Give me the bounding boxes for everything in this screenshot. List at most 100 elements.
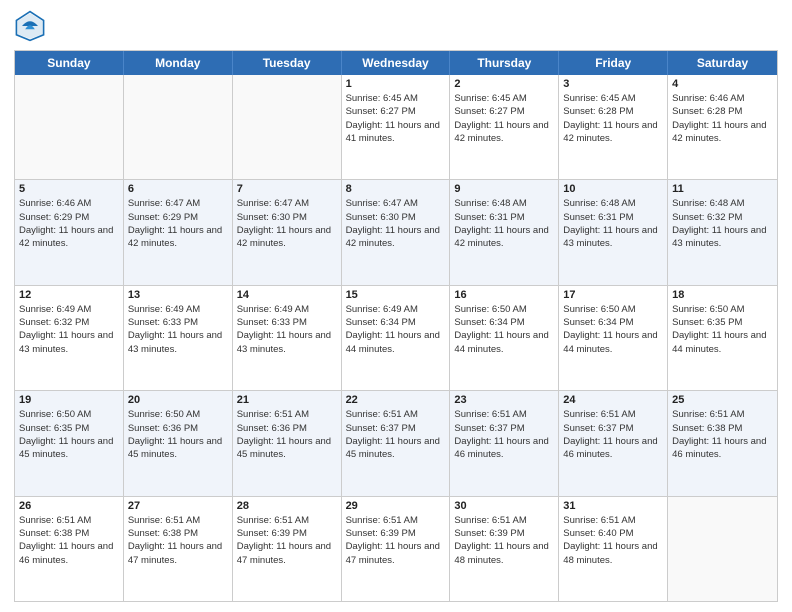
calendar-cell-row2-col3: 7 Sunrise: 6:47 AM Sunset: 6:30 PM Daylig… xyxy=(233,180,342,284)
day-info: Sunrise: 6:47 AM Sunset: 6:30 PM Dayligh… xyxy=(237,197,337,250)
day-info: Sunrise: 6:48 AM Sunset: 6:32 PM Dayligh… xyxy=(672,197,773,250)
calendar-cell-row5-col5: 30Sunrise: 6:51 AM Sunset: 6:39 PM Dayli… xyxy=(450,497,559,601)
calendar-row-3: 12Sunrise: 6:49 AM Sunset: 6:32 PM Dayli… xyxy=(15,286,777,391)
day-info: Sunrise: 6:51 AM Sunset: 6:40 PM Dayligh… xyxy=(563,514,663,567)
day-info: Sunrise: 6:46 AM Sunset: 6:29 PM Dayligh… xyxy=(19,197,119,250)
day-info: Sunrise: 6:51 AM Sunset: 6:37 PM Dayligh… xyxy=(563,408,663,461)
day-info: Sunrise: 6:45 AM Sunset: 6:27 PM Dayligh… xyxy=(346,92,446,145)
day-number: 29 xyxy=(346,500,446,512)
day-info: Sunrise: 6:51 AM Sunset: 6:36 PM Dayligh… xyxy=(237,408,337,461)
day-number: 19 xyxy=(19,394,119,406)
day-info: Sunrise: 6:51 AM Sunset: 6:37 PM Dayligh… xyxy=(454,408,554,461)
calendar-cell-row1-col2 xyxy=(124,75,233,179)
day-number: 16 xyxy=(454,289,554,301)
calendar-cell-row3-col5: 16 Sunrise: 6:50 AM Sunset: 6:34 PM Dayli… xyxy=(450,286,559,390)
day-info: Sunrise: 6:49 AM Sunset: 6:34 PM Dayligh… xyxy=(346,303,446,356)
weekday-header-thursday: Thursday xyxy=(450,51,559,75)
weekday-header-saturday: Saturday xyxy=(668,51,777,75)
day-number: 14 xyxy=(237,289,337,301)
weekday-header-monday: Monday xyxy=(124,51,233,75)
calendar-cell-row5-col7 xyxy=(668,497,777,601)
calendar-cell-row3-col3: 14 Sunrise: 6:49 AM Sunset: 6:33 PM Dayli… xyxy=(233,286,342,390)
day-info: Sunrise: 6:47 AM Sunset: 6:30 PM Dayligh… xyxy=(346,197,446,250)
day-number: 15 xyxy=(346,289,446,301)
weekday-header-sunday: Sunday xyxy=(15,51,124,75)
day-info: Sunrise: 6:49 AM Sunset: 6:33 PM Dayligh… xyxy=(128,303,228,356)
day-info: Sunrise: 6:50 AM Sunset: 6:35 PM Dayligh… xyxy=(672,303,773,356)
calendar-cell-row5-col6: 31 Sunrise: 6:51 AM Sunset: 6:40 PM Dayli… xyxy=(559,497,668,601)
calendar-cell-row5-col4: 29 Sunrise: 6:51 AM Sunset: 6:39 PM Dayli… xyxy=(342,497,451,601)
calendar-cell-row3-col4: 15 Sunrise: 6:49 AM Sunset: 6:34 PM Dayli… xyxy=(342,286,451,390)
day-info: Sunrise: 6:51 AM Sunset: 6:37 PM Dayligh… xyxy=(346,408,446,461)
calendar-cell-row1-col4: 1 Sunrise: 6:45 AM Sunset: 6:27 PM Daylig… xyxy=(342,75,451,179)
calendar-row-2: 5 Sunrise: 6:46 AM Sunset: 6:29 PM Daylig… xyxy=(15,180,777,285)
day-info: Sunrise: 6:50 AM Sunset: 6:35 PM Dayligh… xyxy=(19,408,119,461)
day-number: 11 xyxy=(672,183,773,195)
day-info: Sunrise: 6:50 AM Sunset: 6:36 PM Dayligh… xyxy=(128,408,228,461)
calendar-cell-row5-col1: 26 Sunrise: 6:51 AM Sunset: 6:38 PM Dayli… xyxy=(15,497,124,601)
day-number: 6 xyxy=(128,183,228,195)
day-number: 8 xyxy=(346,183,446,195)
calendar-cell-row2-col1: 5 Sunrise: 6:46 AM Sunset: 6:29 PM Daylig… xyxy=(15,180,124,284)
day-info: Sunrise: 6:51 AM Sunset: 6:38 PM Dayligh… xyxy=(19,514,119,567)
calendar-cell-row4-col3: 21Sunrise: 6:51 AM Sunset: 6:36 PM Dayli… xyxy=(233,391,342,495)
day-number: 20 xyxy=(128,394,228,406)
header xyxy=(14,10,778,42)
day-number: 5 xyxy=(19,183,119,195)
day-info: Sunrise: 6:46 AM Sunset: 6:28 PM Dayligh… xyxy=(672,92,773,145)
calendar-cell-row3-col6: 17 Sunrise: 6:50 AM Sunset: 6:34 PM Dayli… xyxy=(559,286,668,390)
calendar-row-5: 26 Sunrise: 6:51 AM Sunset: 6:38 PM Dayli… xyxy=(15,497,777,601)
day-number: 18 xyxy=(672,289,773,301)
day-info: Sunrise: 6:49 AM Sunset: 6:32 PM Dayligh… xyxy=(19,303,119,356)
calendar-cell-row2-col4: 8 Sunrise: 6:47 AM Sunset: 6:30 PM Daylig… xyxy=(342,180,451,284)
day-number: 31 xyxy=(563,500,663,512)
calendar-cell-row3-col1: 12Sunrise: 6:49 AM Sunset: 6:32 PM Dayli… xyxy=(15,286,124,390)
calendar-cell-row2-col7: 11 Sunrise: 6:48 AM Sunset: 6:32 PM Dayli… xyxy=(668,180,777,284)
day-number: 22 xyxy=(346,394,446,406)
calendar-cell-row1-col5: 2Sunrise: 6:45 AM Sunset: 6:27 PM Daylig… xyxy=(450,75,559,179)
calendar-body: 1 Sunrise: 6:45 AM Sunset: 6:27 PM Daylig… xyxy=(15,75,777,601)
weekday-header-tuesday: Tuesday xyxy=(233,51,342,75)
calendar-header-row: SundayMondayTuesdayWednesdayThursdayFrid… xyxy=(15,51,777,75)
day-info: Sunrise: 6:50 AM Sunset: 6:34 PM Dayligh… xyxy=(454,303,554,356)
day-info: Sunrise: 6:48 AM Sunset: 6:31 PM Dayligh… xyxy=(563,197,663,250)
weekday-header-friday: Friday xyxy=(559,51,668,75)
calendar-cell-row2-col6: 10 Sunrise: 6:48 AM Sunset: 6:31 PM Dayli… xyxy=(559,180,668,284)
calendar-cell-row4-col5: 23 Sunrise: 6:51 AM Sunset: 6:37 PM Dayli… xyxy=(450,391,559,495)
day-number: 24 xyxy=(563,394,663,406)
calendar-cell-row3-col7: 18 Sunrise: 6:50 AM Sunset: 6:35 PM Dayli… xyxy=(668,286,777,390)
calendar-cell-row2-col2: 6 Sunrise: 6:47 AM Sunset: 6:29 PM Daylig… xyxy=(124,180,233,284)
day-number: 30 xyxy=(454,500,554,512)
day-number: 2 xyxy=(454,78,554,90)
day-info: Sunrise: 6:51 AM Sunset: 6:39 PM Dayligh… xyxy=(237,514,337,567)
weekday-header-wednesday: Wednesday xyxy=(342,51,451,75)
day-number: 1 xyxy=(346,78,446,90)
calendar-cell-row1-col1 xyxy=(15,75,124,179)
day-info: Sunrise: 6:51 AM Sunset: 6:39 PM Dayligh… xyxy=(346,514,446,567)
day-info: Sunrise: 6:50 AM Sunset: 6:34 PM Dayligh… xyxy=(563,303,663,356)
calendar-row-4: 19 Sunrise: 6:50 AM Sunset: 6:35 PM Dayli… xyxy=(15,391,777,496)
calendar: SundayMondayTuesdayWednesdayThursdayFrid… xyxy=(14,50,778,602)
day-number: 27 xyxy=(128,500,228,512)
day-info: Sunrise: 6:48 AM Sunset: 6:31 PM Dayligh… xyxy=(454,197,554,250)
day-number: 7 xyxy=(237,183,337,195)
day-info: Sunrise: 6:47 AM Sunset: 6:29 PM Dayligh… xyxy=(128,197,228,250)
day-number: 10 xyxy=(563,183,663,195)
calendar-cell-row4-col6: 24 Sunrise: 6:51 AM Sunset: 6:37 PM Dayli… xyxy=(559,391,668,495)
day-number: 4 xyxy=(672,78,773,90)
day-number: 26 xyxy=(19,500,119,512)
calendar-cell-row4-col7: 25Sunrise: 6:51 AM Sunset: 6:38 PM Dayli… xyxy=(668,391,777,495)
logo xyxy=(14,10,50,42)
day-number: 17 xyxy=(563,289,663,301)
calendar-cell-row5-col3: 28Sunrise: 6:51 AM Sunset: 6:39 PM Dayli… xyxy=(233,497,342,601)
day-number: 25 xyxy=(672,394,773,406)
day-info: Sunrise: 6:45 AM Sunset: 6:28 PM Dayligh… xyxy=(563,92,663,145)
calendar-cell-row1-col3 xyxy=(233,75,342,179)
day-number: 23 xyxy=(454,394,554,406)
calendar-cell-row5-col2: 27Sunrise: 6:51 AM Sunset: 6:38 PM Dayli… xyxy=(124,497,233,601)
calendar-cell-row3-col2: 13Sunrise: 6:49 AM Sunset: 6:33 PM Dayli… xyxy=(124,286,233,390)
page: SundayMondayTuesdayWednesdayThursdayFrid… xyxy=(0,0,792,612)
day-info: Sunrise: 6:49 AM Sunset: 6:33 PM Dayligh… xyxy=(237,303,337,356)
generalblue-logo-icon xyxy=(14,10,46,42)
day-number: 9 xyxy=(454,183,554,195)
